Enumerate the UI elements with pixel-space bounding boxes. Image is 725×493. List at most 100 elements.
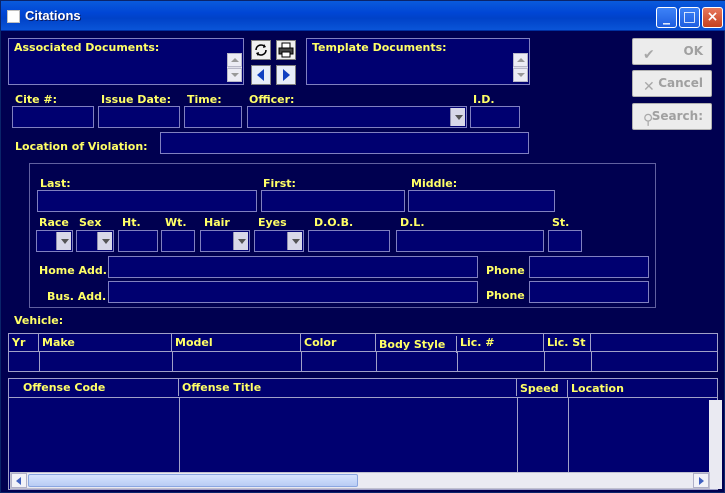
associated-documents-list[interactable]: Associated Documents: <box>8 38 244 85</box>
eyes-label: Eyes <box>258 216 287 229</box>
search-button[interactable]: ⚲ Search: <box>632 103 712 130</box>
offense-col-title: Offense Title <box>179 379 517 396</box>
template-documents-label: Template Documents: <box>312 41 447 54</box>
grid-line <box>591 351 592 371</box>
grid-line <box>39 351 40 371</box>
previous-button[interactable] <box>251 65 271 85</box>
next-button[interactable] <box>276 65 296 85</box>
middle-name-label: Middle: <box>411 177 458 190</box>
cancel-button[interactable]: ✕ Cancel <box>632 70 712 97</box>
dob-label: D.O.B. <box>314 216 354 229</box>
chevron-down-icon[interactable] <box>287 232 302 250</box>
citations-window: Citations _ □ × Associated Documents: Te… <box>0 0 725 493</box>
home-phone-field[interactable] <box>529 256 649 278</box>
cite-number-label: Cite #: <box>15 93 58 106</box>
binoculars-icon: ⚲ <box>643 112 654 128</box>
arrow-right-icon <box>283 69 290 81</box>
home-address-label: Home Add. <box>39 264 107 277</box>
business-phone-label: Phone <box>486 289 525 302</box>
app-icon <box>7 10 20 23</box>
print-button[interactable] <box>276 40 296 60</box>
grid-line <box>172 351 173 371</box>
form-area: Associated Documents: Template Documents… <box>4 32 723 491</box>
checkmark-icon: ✔ <box>643 47 655 63</box>
vehicle-grid[interactable]: Yr Make Model Color Body Style Lic. # Li… <box>8 333 718 372</box>
scroll-up-icon[interactable] <box>227 53 242 67</box>
vehicle-col-model: Model <box>172 334 301 351</box>
offense-horizontal-scrollbar[interactable] <box>10 472 710 489</box>
vehicle-col-lic-number: Lic. # <box>457 334 544 351</box>
cite-number-field[interactable] <box>12 106 94 128</box>
drivers-license-field[interactable] <box>396 230 544 252</box>
sex-label: Sex <box>79 216 102 229</box>
drivers-license-label: D.L. <box>400 216 425 229</box>
last-name-label: Last: <box>40 177 71 190</box>
ok-button[interactable]: ✔ OK <box>632 38 712 65</box>
offense-col-code: Offense Code <box>9 379 179 396</box>
first-name-label: First: <box>263 177 296 190</box>
sex-select[interactable] <box>76 230 114 252</box>
grid-line <box>301 351 302 371</box>
maximize-icon[interactable]: □ <box>679 7 700 28</box>
chevron-down-icon[interactable] <box>450 108 465 126</box>
scroll-left-icon[interactable] <box>11 473 27 488</box>
x-icon: ✕ <box>643 79 655 95</box>
chevron-down-icon[interactable] <box>233 232 248 250</box>
time-field[interactable] <box>184 106 242 128</box>
vehicle-col-make: Make <box>39 334 172 351</box>
dl-state-label: St. <box>552 216 570 229</box>
close-icon[interactable]: × <box>702 7 723 28</box>
scroll-down-icon[interactable] <box>513 68 528 82</box>
id-label: I.D. <box>473 93 495 106</box>
time-label: Time: <box>187 93 222 106</box>
business-phone-field[interactable] <box>529 281 649 303</box>
refresh-icon <box>255 44 267 56</box>
location-of-violation-field[interactable] <box>160 132 529 154</box>
weight-field[interactable] <box>161 230 195 252</box>
printer-icon <box>278 42 294 58</box>
scroll-down-icon[interactable] <box>227 68 242 82</box>
weight-label: Wt. <box>165 216 187 229</box>
scroll-up-icon[interactable] <box>513 53 528 67</box>
arrow-left-icon <box>257 69 264 81</box>
middle-name-field[interactable] <box>408 190 555 212</box>
hair-select[interactable] <box>200 230 250 252</box>
officer-label: Officer: <box>249 93 295 106</box>
template-documents-list[interactable]: Template Documents: <box>306 38 530 85</box>
window-title: Citations <box>25 8 81 23</box>
template-documents-scrollbar[interactable] <box>513 53 528 82</box>
home-address-field[interactable] <box>108 256 478 278</box>
dl-state-field[interactable] <box>548 230 582 252</box>
chevron-down-icon[interactable] <box>97 232 112 250</box>
minimize-icon[interactable]: _ <box>656 7 677 28</box>
offense-col-speed: Speed <box>517 380 568 397</box>
location-of-violation-label: Location of Violation: <box>15 140 148 153</box>
last-name-field[interactable] <box>37 190 257 212</box>
business-address-field[interactable] <box>108 281 478 303</box>
id-field[interactable] <box>470 106 520 128</box>
title-bar[interactable]: Citations _ □ × <box>1 1 725 31</box>
height-field[interactable] <box>118 230 158 252</box>
race-select[interactable] <box>36 230 73 252</box>
scrollbar-thumb[interactable] <box>28 474 358 487</box>
grid-line <box>544 351 545 371</box>
eyes-select[interactable] <box>254 230 304 252</box>
refresh-button[interactable] <box>251 40 271 60</box>
grid-line <box>376 351 377 371</box>
vehicle-col-color: Color <box>301 334 376 351</box>
associated-documents-label: Associated Documents: <box>14 41 160 54</box>
offense-col-location: Location <box>571 382 624 395</box>
officer-select[interactable] <box>247 106 467 128</box>
issue-date-label: Issue Date: <box>101 93 171 106</box>
scroll-right-icon[interactable] <box>693 473 709 488</box>
grid-line <box>457 351 458 371</box>
dob-field[interactable] <box>308 230 390 252</box>
grid-line <box>568 397 569 473</box>
associated-documents-scrollbar[interactable] <box>227 53 242 82</box>
chevron-down-icon[interactable] <box>56 232 71 250</box>
home-phone-label: Phone <box>486 264 525 277</box>
first-name-field[interactable] <box>261 190 405 212</box>
issue-date-field[interactable] <box>98 106 180 128</box>
offense-vertical-scrollbar[interactable] <box>709 400 722 489</box>
vehicle-col-year: Yr <box>9 334 39 351</box>
